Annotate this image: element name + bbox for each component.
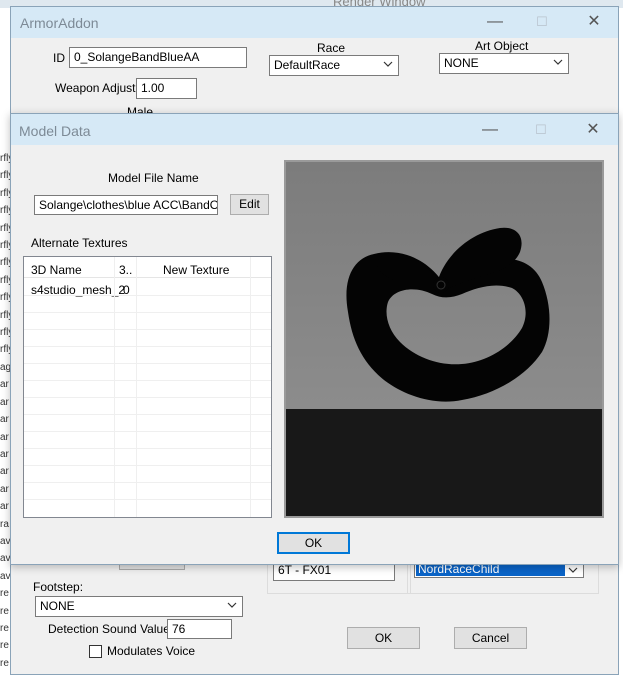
column-header-3d-name[interactable]: 3D Name xyxy=(31,263,82,277)
maximize-icon[interactable]: ☐ xyxy=(532,121,550,139)
table-gridline xyxy=(24,346,271,347)
background-list-item: ar xyxy=(0,431,9,443)
background-list-item: rfly xyxy=(0,309,10,321)
footstep-value: NONE xyxy=(40,599,75,613)
modulates-voice-label: Modulates Voice xyxy=(107,644,196,658)
background-list-item: ar xyxy=(0,466,9,478)
column-header-new-texture[interactable]: New Texture xyxy=(163,263,229,277)
table-column-divider xyxy=(114,257,115,517)
table-row[interactable]: s4studio_mesh_2 0 xyxy=(24,278,271,297)
table-gridline xyxy=(24,482,271,483)
close-icon[interactable]: ✕ xyxy=(585,13,603,31)
background-list-item: rfly xyxy=(0,344,10,356)
alternate-textures-table[interactable]: 3D Name 3.. New Texture s4studio_mesh_2 … xyxy=(23,256,272,518)
cancel-button[interactable]: Cancel xyxy=(454,627,527,649)
background-list-item: ar xyxy=(0,396,9,408)
art-object-value: NONE xyxy=(444,56,479,70)
background-list-item: av xyxy=(0,535,10,547)
race-label: Race xyxy=(317,41,346,55)
detection-sound-field[interactable]: 76 xyxy=(167,619,232,639)
table-gridline xyxy=(24,295,271,296)
table-column-divider xyxy=(136,257,137,517)
partial-list-item[interactable]: 6T - FX01 xyxy=(273,563,395,581)
chevron-down-icon xyxy=(383,61,393,67)
chevron-down-icon xyxy=(553,59,563,65)
minimize-icon[interactable]: — xyxy=(486,13,504,31)
model-preview-render xyxy=(286,162,602,516)
armor-addon-title: ArmorAddon xyxy=(20,15,99,31)
alternate-textures-label: Alternate Textures xyxy=(31,236,128,250)
background-left-strip: rfly rfly rfly rfly rfly rfly rfly rfly rfly rfly… xyxy=(0,150,10,675)
table-gridline xyxy=(24,448,271,449)
maximize-icon[interactable]: ☐ xyxy=(533,13,551,31)
background-list-item: rfly xyxy=(0,153,10,164)
model-file-name-label: Model File Name xyxy=(108,171,199,185)
background-list-item: rfly xyxy=(0,240,10,252)
background-list-item: rfly xyxy=(0,274,10,286)
minimize-icon[interactable]: — xyxy=(481,121,499,139)
background-list-item: ar xyxy=(0,414,9,426)
model-file-name-field[interactable]: Solange\clothes\blue ACC\BandOrig xyxy=(34,195,218,215)
edit-button[interactable]: Edit xyxy=(230,194,269,215)
detection-sound-label: Detection Sound Value xyxy=(48,622,170,636)
background-list-item: re xyxy=(0,657,9,669)
footstep-label: Footstep: xyxy=(33,580,84,594)
chevron-down-icon xyxy=(568,567,578,573)
background-list-item: ar xyxy=(0,448,9,460)
model-data-title: Model Data xyxy=(19,123,91,139)
background-list-item: rfly xyxy=(0,257,10,269)
art-object-label: Art Object xyxy=(475,39,529,53)
table-gridline xyxy=(24,363,271,364)
race-list-select[interactable]: NordRaceChild xyxy=(414,563,584,578)
weapon-adjust-label: Weapon Adjust xyxy=(55,81,136,95)
column-header-index[interactable]: 3.. xyxy=(119,263,132,277)
table-gridline xyxy=(24,312,271,313)
table-gridline xyxy=(24,431,271,432)
table-gridline xyxy=(24,329,271,330)
background-list-item: rfly xyxy=(0,170,10,182)
background-list-item: ar xyxy=(0,483,9,495)
race-value: DefaultRace xyxy=(274,58,341,72)
background-list-item: rfly xyxy=(0,327,10,339)
background-list-item: re xyxy=(0,588,9,600)
art-object-select[interactable]: NONE xyxy=(439,53,569,74)
background-list-item: rfly xyxy=(0,205,10,217)
table-gridline xyxy=(24,414,271,415)
model-data-ok-button[interactable]: OK xyxy=(277,532,350,554)
background-list-item: av xyxy=(0,570,10,582)
table-gridline xyxy=(24,397,271,398)
chevron-down-icon xyxy=(227,602,237,608)
id-label: ID xyxy=(53,51,65,65)
ok-button[interactable]: OK xyxy=(347,627,420,649)
model-preview[interactable] xyxy=(284,160,604,518)
table-column-divider xyxy=(250,257,251,517)
background-list-item: ag xyxy=(0,361,10,373)
table-header: 3D Name 3.. New Texture xyxy=(24,257,271,278)
table-gridline xyxy=(24,465,271,466)
background-list-item: rfly xyxy=(0,187,10,199)
table-gridline xyxy=(24,380,271,381)
model-data-titlebar: Model Data — ☐ ✕ xyxy=(11,114,618,145)
close-icon[interactable]: ✕ xyxy=(584,121,602,139)
background-list-item: rfly xyxy=(0,222,10,234)
background-list-item: ar xyxy=(0,379,9,391)
armor-addon-titlebar: ArmorAddon — ☐ ✕ xyxy=(11,7,618,38)
background-list-item: re xyxy=(0,605,9,617)
background-list-item: re xyxy=(0,640,9,652)
weapon-adjust-field[interactable]: 1.00 xyxy=(136,78,197,99)
background-list-item: av xyxy=(0,553,10,565)
table-gridline xyxy=(24,499,271,500)
race-select[interactable]: DefaultRace xyxy=(269,55,399,76)
footstep-select[interactable]: NONE xyxy=(35,596,243,617)
modulates-voice-checkbox[interactable] xyxy=(89,645,102,658)
model-data-window: Model Data — ☐ ✕ Model File Name Solange… xyxy=(10,113,619,565)
background-list-item: re xyxy=(0,622,9,634)
background-list-item: ra xyxy=(0,518,9,530)
id-field[interactable]: 0_SolangeBandBlueAA xyxy=(69,47,247,68)
background-list-item: rfly xyxy=(0,292,10,304)
background-list-item: ar xyxy=(0,501,9,513)
